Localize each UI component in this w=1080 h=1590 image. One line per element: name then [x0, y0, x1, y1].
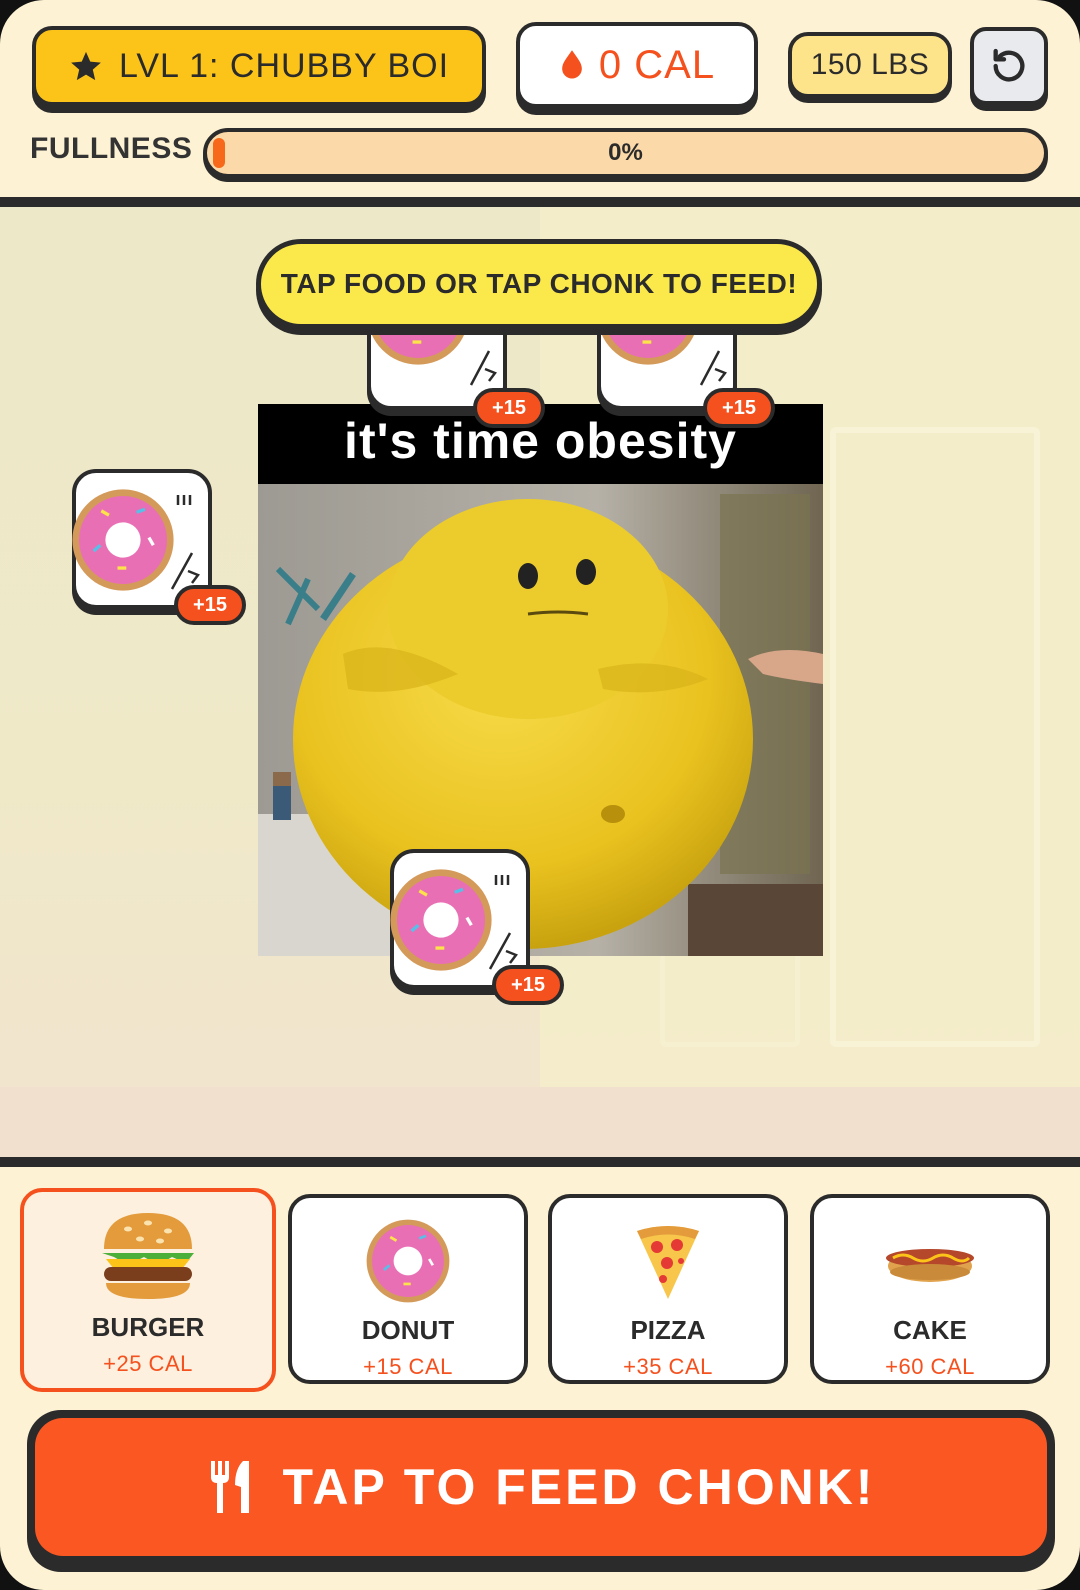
food-calories: +15 CAL — [363, 1354, 453, 1379]
game-scene: TAP FOOD OR TAP CHONK TO FEED! it's time… — [0, 207, 1080, 1157]
fullness-bar: 0% — [203, 128, 1048, 178]
food-name: BURGER — [91, 1312, 205, 1342]
flame-icon — [562, 50, 582, 79]
swipe-mark-icon — [699, 350, 727, 386]
food-calorie-badge: +15 — [492, 965, 564, 1005]
divider — [0, 1157, 1080, 1167]
level-label: LVL 1: CHUBBY BOI — [118, 46, 450, 85]
food-name: PIZZA — [630, 1315, 706, 1345]
food-calorie-badge: +15 — [473, 388, 545, 428]
level-badge: LVL 1: CHUBBY BOI — [32, 26, 486, 106]
food-option-pizza[interactable]: PIZZA +35 CAL — [548, 1194, 788, 1384]
food-option-cake[interactable]: CAKE +60 CAL — [810, 1194, 1050, 1384]
fullness-label: FULLNESS — [30, 132, 193, 165]
hint-banner: TAP FOOD OR TAP CHONK TO FEED! — [256, 239, 822, 329]
burger-icon — [102, 1213, 194, 1299]
calories-label: 0 CAL — [598, 42, 716, 87]
food-calories: +35 CAL — [623, 1354, 713, 1379]
food-calories: +60 CAL — [885, 1354, 975, 1379]
swipe-mark-icon — [488, 875, 518, 970]
fullness-percent: 0% — [608, 139, 643, 166]
food-calorie-badge: +15 — [703, 388, 775, 428]
swipe-mark-icon — [469, 350, 497, 386]
feed-button-label: TAP TO FEED CHONK! — [282, 1459, 876, 1515]
food-option-burger[interactable]: BURGER +25 CAL — [20, 1188, 276, 1392]
floating-food-donut[interactable]: +15 — [72, 469, 246, 625]
reset-icon — [993, 48, 1025, 82]
floor-background — [0, 1087, 1080, 1157]
weight-badge: 150 LBS — [788, 32, 952, 98]
food-calories: +25 CAL — [103, 1351, 193, 1376]
weight-label: 150 LBS — [810, 48, 930, 81]
calories-counter: 0 CAL — [516, 22, 758, 108]
food-option-donut[interactable]: DONUT +15 CAL — [288, 1194, 528, 1384]
donut-icon — [390, 869, 492, 971]
feed-button[interactable]: TAP TO FEED CHONK! — [27, 1410, 1055, 1572]
food-name: DONUT — [361, 1315, 455, 1345]
donut-icon — [72, 489, 174, 591]
star-icon — [71, 51, 101, 81]
fork-knife-icon — [210, 1461, 249, 1513]
game-screen: LVL 1: CHUBBY BOI 0 CAL 150 LBS FULLNESS… — [0, 0, 1080, 1590]
hotdog-icon — [886, 1248, 974, 1282]
pizza-icon — [637, 1225, 699, 1299]
swipe-mark-icon — [170, 495, 200, 590]
food-name: CAKE — [893, 1315, 967, 1345]
chonk-image — [258, 484, 823, 956]
reset-button[interactable] — [970, 27, 1048, 105]
door-background — [830, 427, 1040, 1047]
chonk-character[interactable]: it's time obesity — [258, 404, 823, 956]
divider — [0, 197, 1080, 207]
food-calorie-badge: +15 — [174, 585, 246, 625]
donut-icon — [366, 1219, 450, 1302]
floating-food-donut[interactable]: +15 — [390, 849, 564, 1005]
